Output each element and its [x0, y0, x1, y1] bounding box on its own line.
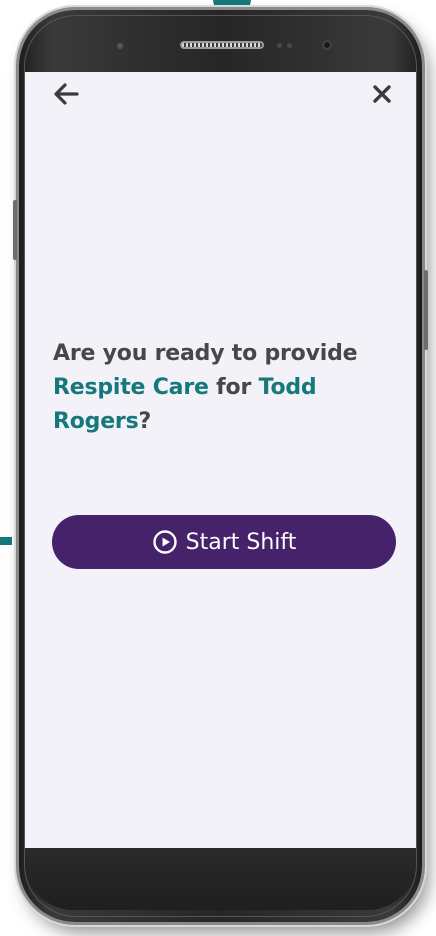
proximity-sensor-icon	[277, 43, 282, 48]
app-screen: Are you ready to provide Respite Care fo…	[25, 72, 416, 848]
shift-confirmation-prompt: Are you ready to provide Respite Care fo…	[53, 337, 383, 439]
phone-frame: Are you ready to provide Respite Care fo…	[13, 10, 428, 922]
sensor-icon	[117, 43, 123, 49]
light-sensor-icon	[287, 43, 292, 48]
prompt-text: Are you ready to provide	[53, 341, 358, 366]
arrow-left-icon	[54, 83, 79, 105]
start-shift-label: Start Shift	[185, 529, 297, 555]
play-circle-icon	[152, 530, 177, 554]
decoration-line	[0, 537, 12, 545]
start-shift-button[interactable]: Start Shift	[52, 515, 396, 569]
power-button	[424, 270, 428, 350]
top-nav	[25, 72, 416, 116]
volume-button	[13, 200, 17, 260]
close-icon	[373, 85, 391, 103]
speaker-grille	[180, 41, 264, 49]
bottom-bezel	[25, 848, 416, 910]
close-button[interactable]	[368, 80, 396, 108]
back-button[interactable]	[51, 80, 81, 108]
mockup-canvas: Are you ready to provide Respite Care fo…	[0, 0, 436, 936]
front-camera-icon	[322, 40, 332, 50]
service-name: Respite Care	[53, 375, 209, 400]
prompt-question-mark: ?	[138, 409, 152, 434]
prompt-text-for: for	[208, 375, 259, 400]
